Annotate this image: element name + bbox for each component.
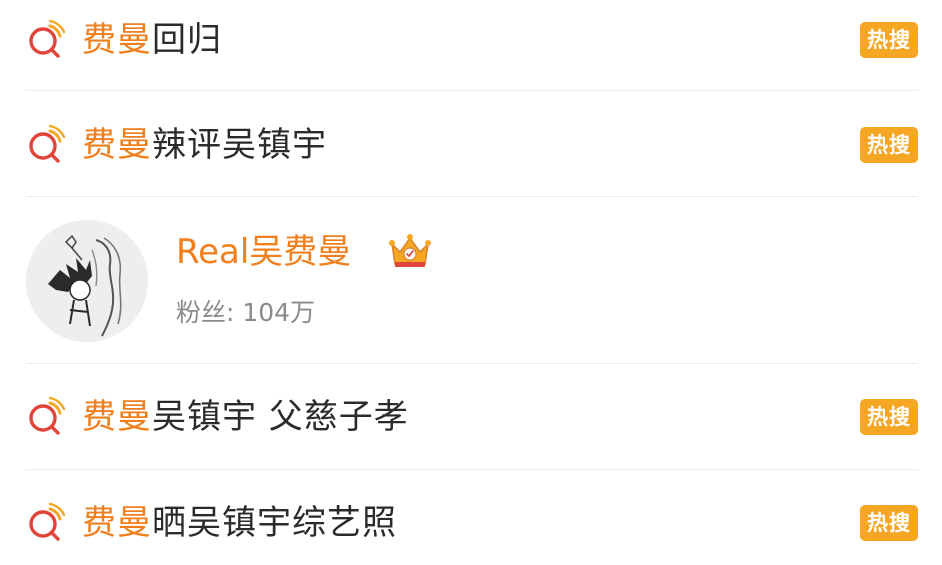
suggestion-row[interactable]: 费曼辣评吴镇宇 热搜 xyxy=(26,125,918,165)
suggestion-text: 费曼回归 xyxy=(82,20,222,60)
suggestion-rest: 辣评吴镇宇 xyxy=(152,125,327,165)
user-name[interactable]: Real吴费曼 xyxy=(176,232,351,272)
suggestion-highlight: 费曼 xyxy=(82,20,152,60)
search-icon xyxy=(26,397,66,437)
suggestion-row[interactable]: 费曼回归 热搜 xyxy=(26,20,918,60)
divider xyxy=(26,90,918,91)
search-icon xyxy=(26,503,66,543)
suggestion-row[interactable]: 费曼晒吴镇宇综艺照 热搜 xyxy=(26,503,918,543)
suggestion-highlight: 费曼 xyxy=(82,397,152,437)
avatar[interactable] xyxy=(26,220,148,342)
suggestion-rest: 晒吴镇宇综艺照 xyxy=(152,503,397,543)
suggestion-rest: 回归 xyxy=(152,20,222,60)
suggestion-text: 费曼辣评吴镇宇 xyxy=(82,125,327,165)
suggestion-row[interactable]: 费曼吴镇宇 父慈子孝 热搜 xyxy=(26,397,918,437)
hot-search-badge: 热搜 xyxy=(860,505,918,541)
suggestion-highlight: 费曼 xyxy=(82,503,152,543)
divider xyxy=(26,363,918,364)
crown-icon xyxy=(388,230,432,270)
divider xyxy=(26,469,918,470)
search-icon xyxy=(26,125,66,165)
suggestion-text: 费曼晒吴镇宇综艺照 xyxy=(82,503,397,543)
divider xyxy=(26,196,918,197)
hot-search-badge: 热搜 xyxy=(860,22,918,58)
fans-count: 粉丝: 104万 xyxy=(176,298,316,327)
suggestion-rest: 吴镇宇 父慈子孝 xyxy=(152,397,409,437)
hot-search-badge: 热搜 xyxy=(860,399,918,435)
user-result-row[interactable]: Real吴费曼 粉丝: 104万 xyxy=(26,220,918,344)
hot-search-badge: 热搜 xyxy=(860,127,918,163)
search-icon xyxy=(26,20,66,60)
suggestion-text: 费曼吴镇宇 父慈子孝 xyxy=(82,397,409,437)
suggestion-highlight: 费曼 xyxy=(82,125,152,165)
